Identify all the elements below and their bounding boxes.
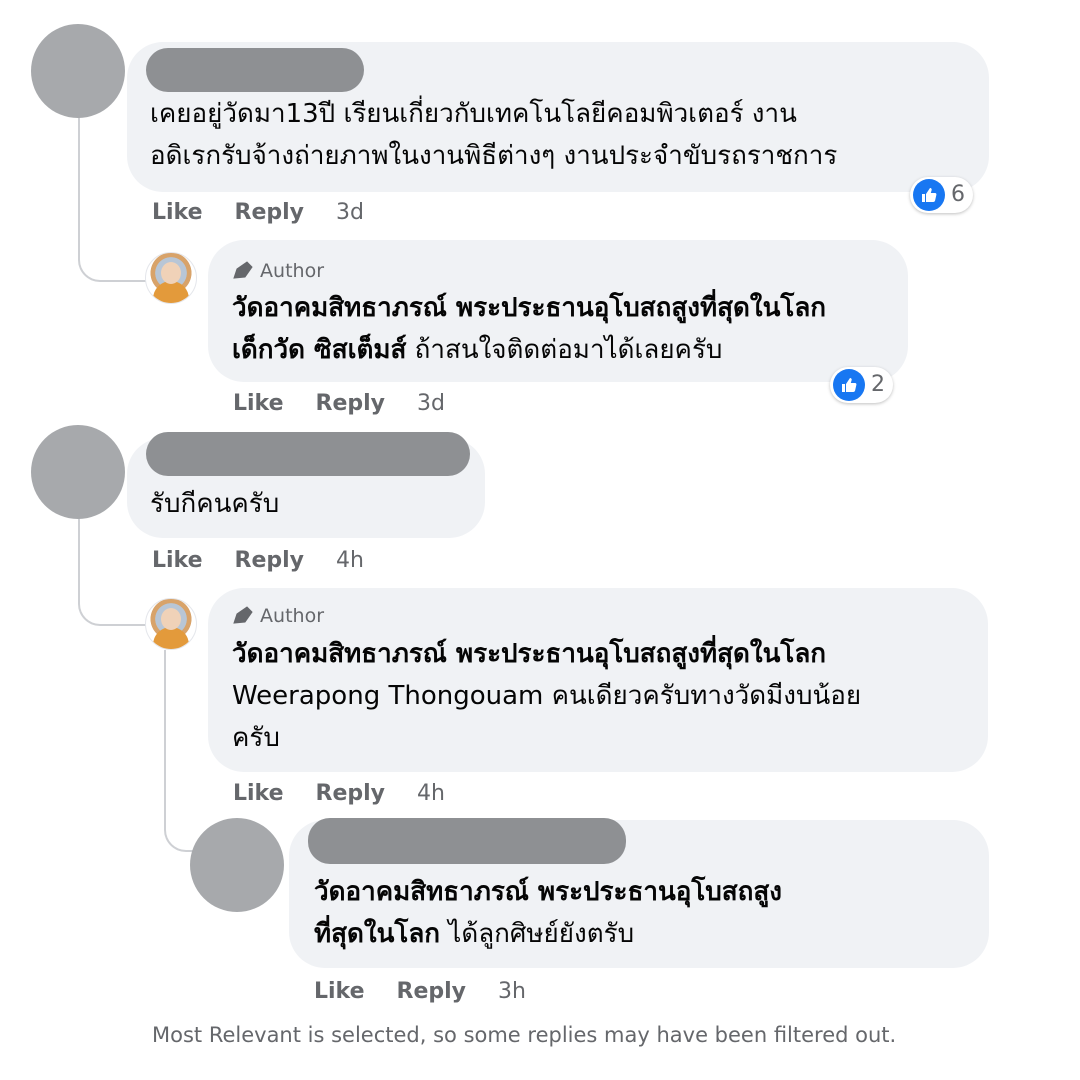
mention-link[interactable]: เด็กวัด ซิสเต็มส์ — [232, 335, 406, 365]
timestamp[interactable]: 4h — [336, 548, 364, 573]
redacted-name — [146, 432, 470, 476]
comment-text-line: เคยอยู่วัดมา13ปี เรียนเกี่ยวกับเทคโนโลยี… — [150, 99, 797, 129]
comment-text: เด็กวัด ซิสเต็มส์ ถ้าสนใจติดต่อมาได้เลยค… — [232, 335, 723, 365]
reply-button[interactable]: Reply — [316, 391, 386, 416]
reaction-count: 2 — [871, 372, 885, 397]
timestamp[interactable]: 3d — [336, 200, 364, 225]
like-button[interactable]: Like — [233, 781, 284, 806]
author-avatar[interactable] — [145, 252, 197, 304]
reaction-count-badge[interactable]: 2 — [830, 367, 893, 403]
reaction-count-badge[interactable]: 6 — [910, 177, 973, 213]
commenter-name[interactable]: วัดอาคมสิทธาภรณ์ พระประธานอุโบสถสูงที่สุ… — [232, 286, 826, 330]
redacted-name — [146, 48, 364, 92]
thread-line-2 — [78, 512, 146, 626]
redacted-name — [308, 818, 626, 864]
timestamp[interactable]: 3h — [498, 979, 526, 1004]
mention-link[interactable]: ที่สุดในโลก — [314, 919, 440, 949]
timestamp[interactable]: 4h — [417, 781, 445, 806]
reply-button[interactable]: Reply — [235, 200, 305, 225]
reply-button[interactable]: Reply — [235, 548, 305, 573]
like-button[interactable]: Like — [152, 548, 203, 573]
like-button[interactable]: Like — [233, 391, 284, 416]
commenter-avatar[interactable] — [190, 818, 284, 912]
thumbs-up-icon — [833, 369, 865, 401]
reaction-count: 6 — [951, 182, 965, 207]
like-button[interactable]: Like — [314, 979, 365, 1004]
commenter-avatar[interactable] — [31, 24, 125, 118]
comment-text-line: รับกีคนครับ — [150, 489, 280, 519]
comment-actions: Like Reply 4h — [233, 781, 477, 807]
author-avatar[interactable] — [145, 598, 197, 650]
thread-line-3 — [164, 650, 194, 852]
reply-button[interactable]: Reply — [397, 979, 467, 1004]
comment-actions: Like Reply 3d — [233, 391, 477, 417]
comment-actions: Like Reply 3d — [152, 200, 396, 226]
comment-text-line: อดิเรกรับจ้างถ่ายภาพในงานพิธีต่างๆ งานปร… — [150, 141, 838, 171]
comment-actions: Like Reply 3h — [314, 979, 558, 1005]
mention-link[interactable]: วัดอาคมสิทธาภรณ์ พระประธานอุโบสถสูง — [314, 870, 782, 914]
like-button[interactable]: Like — [152, 200, 203, 225]
pen-icon — [233, 606, 253, 624]
reply-button[interactable]: Reply — [316, 781, 386, 806]
commenter-name[interactable]: วัดอาคมสิทธาภรณ์ พระประธานอุโบสถสูงที่สุ… — [232, 632, 826, 676]
pen-icon — [233, 261, 253, 279]
author-badge: Author — [232, 604, 324, 628]
thumbs-up-icon — [913, 179, 945, 211]
comment-text-line: Weerapong Thongouam คนเดียวครับทางวัดมีง… — [232, 681, 862, 711]
author-badge: Author — [232, 259, 324, 283]
timestamp[interactable]: 3d — [417, 391, 445, 416]
comment-text-line: ครับ — [232, 723, 280, 753]
filter-notice: Most Relevant is selected, so some repli… — [152, 1023, 897, 1047]
commenter-avatar[interactable] — [31, 425, 125, 519]
comment-actions: Like Reply 4h — [152, 548, 396, 574]
comment-text: ที่สุดในโลก ได้ลูกศิษย์ยังตรับ — [314, 919, 635, 949]
